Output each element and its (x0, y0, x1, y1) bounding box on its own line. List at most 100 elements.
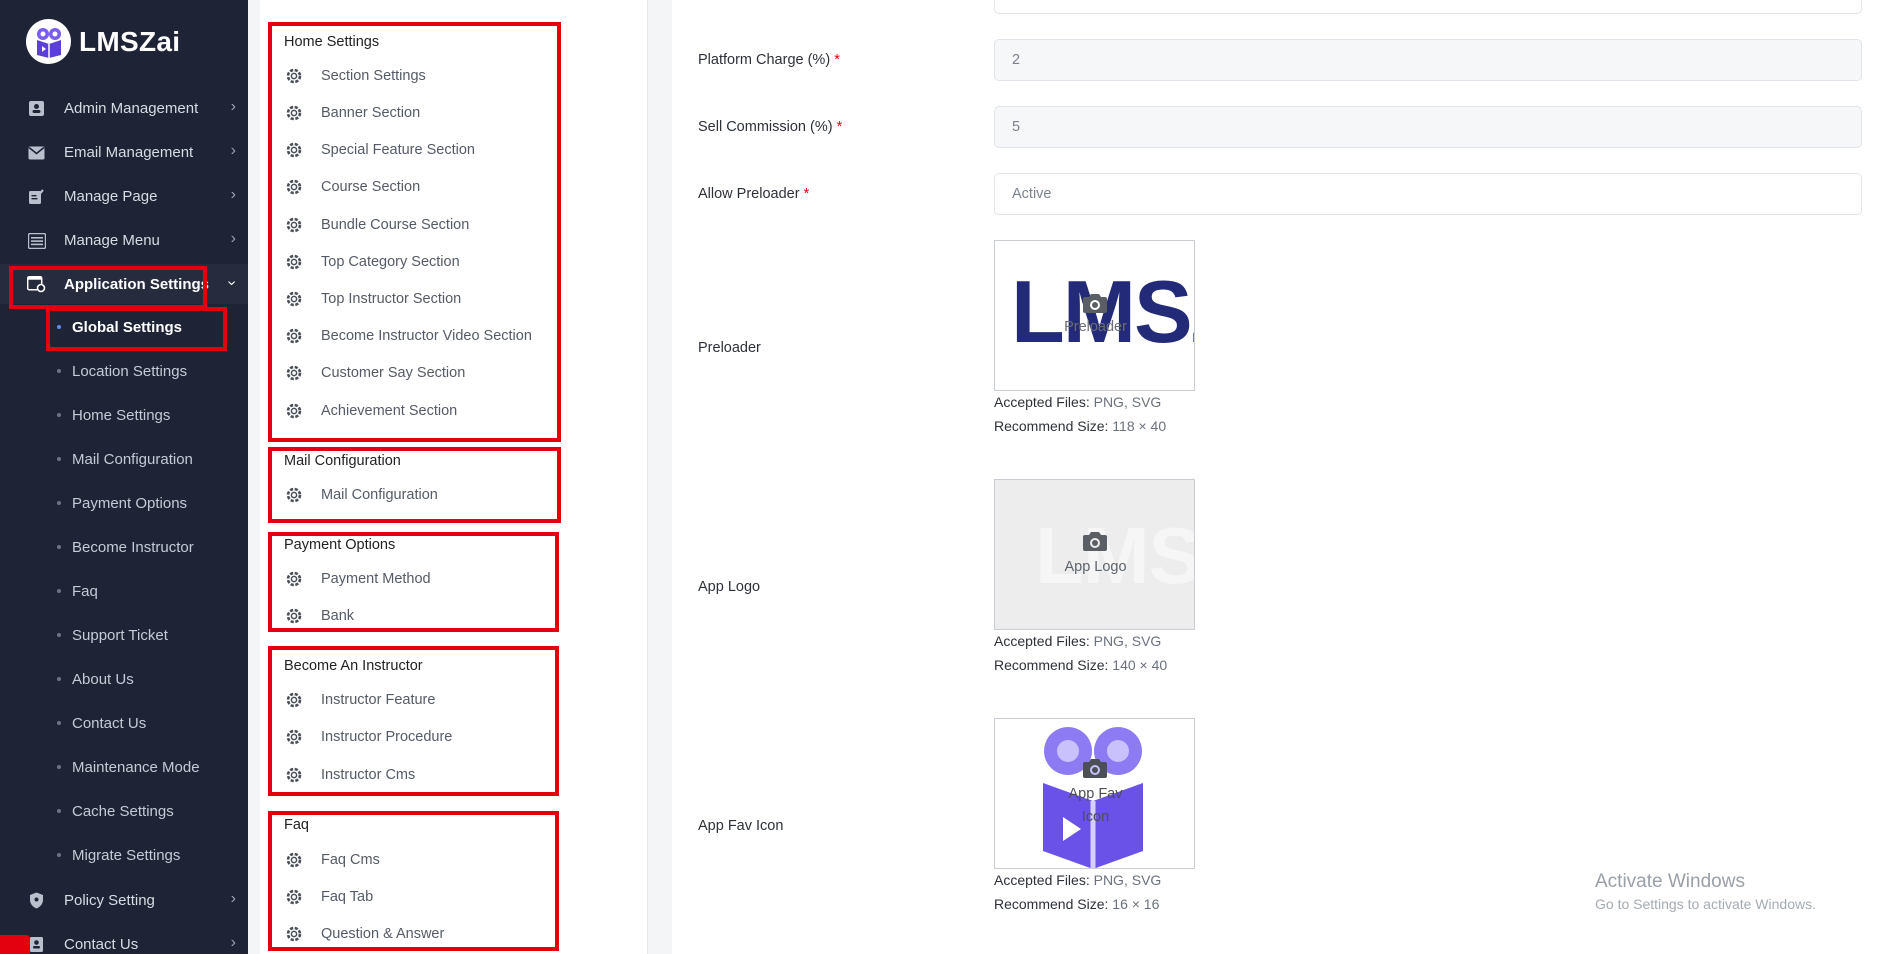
link-faq-tab[interactable]: Faq Tab (285, 888, 373, 906)
upload-label: App Logo (1064, 559, 1127, 575)
input-sell-commission[interactable]: 5 (994, 106, 1862, 148)
sub-cache-settings[interactable]: Cache Settings (0, 793, 248, 829)
caption-label: Accepted Files: (994, 872, 1090, 888)
label-preloader: Preloader (698, 340, 761, 356)
admin-icon (27, 99, 46, 118)
link-section-settings[interactable]: Section Settings (285, 67, 426, 85)
sub-about-us[interactable]: About Us (0, 661, 248, 697)
link-achievement-section[interactable]: Achievement Section (285, 402, 457, 420)
nav-label: Contact Us (64, 935, 139, 953)
sub-faq[interactable]: Faq (0, 573, 248, 609)
nav-manage-page[interactable]: Manage Page › (0, 176, 248, 216)
link-label: Banner Section (321, 105, 421, 121)
link-bank[interactable]: Bank (285, 607, 354, 625)
caption-label: Recommend Size: (994, 418, 1109, 434)
link-top-instructor-section[interactable]: Top Instructor Section (285, 290, 461, 308)
fav-icon-size: Recommend Size: 16 × 16 (994, 892, 1159, 916)
gear-icon (285, 766, 303, 784)
link-question-answer[interactable]: Question & Answer (285, 925, 444, 943)
nav-label: Admin Management (64, 99, 199, 117)
preloader-size: Recommend Size: 118 × 40 (994, 414, 1166, 438)
sub-label: Faq (72, 582, 98, 600)
link-label: Customer Say Section (321, 365, 466, 381)
gear-icon (285, 290, 303, 308)
caption-value: PNG, SVG (1093, 872, 1162, 888)
bullet (57, 545, 61, 549)
caption-value: 140 × 40 (1112, 657, 1168, 673)
link-label: Course Section (321, 179, 421, 195)
nav-policy-setting[interactable]: Policy Setting › (0, 880, 248, 920)
sub-become-instructor[interactable]: Become Instructor (0, 529, 248, 565)
sub-migrate-settings[interactable]: Migrate Settings (0, 837, 248, 873)
camera-icon (1083, 294, 1107, 313)
nav-admin-management[interactable]: Admin Management › (0, 88, 248, 128)
sub-label: Mail Configuration (72, 450, 193, 468)
select-allow-preloader[interactable]: Active (994, 173, 1862, 215)
link-label: Instructor Feature (321, 692, 436, 708)
gear-icon (285, 327, 303, 345)
link-label: Question & Answer (321, 926, 445, 942)
sub-contact-us[interactable]: Contact Us (0, 705, 248, 741)
link-label: Payment Method (321, 571, 431, 587)
upload-app-logo[interactable]: LMS App Logo (994, 479, 1195, 630)
nav-manage-menu[interactable]: Manage Menu › (0, 220, 248, 260)
link-label: Achievement Section (321, 403, 458, 419)
link-bundle-course-section[interactable]: Bundle Course Section (285, 216, 469, 234)
brand-name: LMSZai (79, 25, 181, 57)
label-allow-preloader: Allow Preloader * (698, 186, 809, 202)
shield-icon (27, 891, 46, 910)
sub-mail-configuration[interactable]: Mail Configuration (0, 441, 248, 477)
link-payment-method[interactable]: Payment Method (285, 570, 431, 588)
gear-icon (285, 216, 303, 234)
activate-windows-subtitle: Go to Settings to activate Windows. (1595, 896, 1816, 912)
sub-payment-options[interactable]: Payment Options (0, 485, 248, 521)
link-faq-cms[interactable]: Faq Cms (285, 851, 380, 869)
sidebar: LMSZai Admin Management › Email Manageme… (0, 0, 248, 954)
fav-icon-accepted: Accepted Files: PNG, SVG (994, 868, 1161, 892)
sub-maintenance-mode[interactable]: Maintenance Mode (0, 749, 248, 785)
link-top-category-section[interactable]: Top Category Section (285, 253, 460, 271)
caption-value: 16 × 16 (1112, 896, 1160, 912)
upload-label: App Fav (1068, 786, 1123, 802)
upload-preloader[interactable]: LMSZ Preloader (994, 240, 1195, 391)
bullet (57, 721, 61, 725)
bullet (57, 765, 61, 769)
link-instructor-feature[interactable]: Instructor Feature (285, 691, 435, 709)
link-instructor-procedure[interactable]: Instructor Procedure (285, 728, 452, 746)
link-customer-say-section[interactable]: Customer Say Section (285, 364, 465, 382)
gear-icon (285, 402, 303, 420)
top-partial-input[interactable] (994, 0, 1862, 14)
link-label: Special Feature Section (321, 142, 475, 158)
chevron-right-icon: › (230, 142, 236, 159)
bullet (57, 413, 61, 417)
nav-contact-us[interactable]: Contact Us › (0, 924, 248, 954)
app-logo-accepted: Accepted Files: PNG, SVG (994, 629, 1161, 653)
gear-icon (285, 570, 303, 588)
sub-label: Support Ticket (72, 626, 168, 644)
nav-label: Manage Page (64, 187, 158, 205)
link-course-section[interactable]: Course Section (285, 178, 420, 196)
sub-label: Maintenance Mode (72, 758, 200, 776)
link-banner-section[interactable]: Banner Section (285, 104, 420, 122)
upload-app-fav-icon[interactable]: App Fav Icon (994, 718, 1195, 869)
sub-home-settings[interactable]: Home Settings (0, 397, 248, 433)
link-instructor-cms[interactable]: Instructor Cms (285, 766, 415, 784)
label-text: Sell Commission (%) (698, 119, 833, 135)
sub-label: Become Instructor (72, 538, 194, 556)
sub-location-settings[interactable]: Location Settings (0, 353, 248, 389)
caption-value: PNG, SVG (1093, 633, 1162, 649)
link-mail-configuration[interactable]: Mail Configuration (285, 486, 438, 504)
nav-email-management[interactable]: Email Management › (0, 132, 248, 172)
link-special-feature-section[interactable]: Special Feature Section (285, 141, 475, 159)
input-platform-charge[interactable]: 2 (994, 39, 1862, 81)
required-mark: * (834, 52, 840, 68)
gear-icon (285, 364, 303, 382)
corner-badge (0, 935, 30, 954)
link-become-instructor-video-section[interactable]: Become Instructor Video Section (285, 327, 532, 345)
sub-support-ticket[interactable]: Support Ticket (0, 617, 248, 653)
group-title: Home Settings (284, 34, 380, 50)
brand-logo[interactable]: LMSZai (26, 19, 180, 64)
nav-label: Manage Menu (64, 231, 160, 249)
chevron-right-icon: › (230, 186, 236, 203)
link-label: Bank (321, 608, 355, 624)
